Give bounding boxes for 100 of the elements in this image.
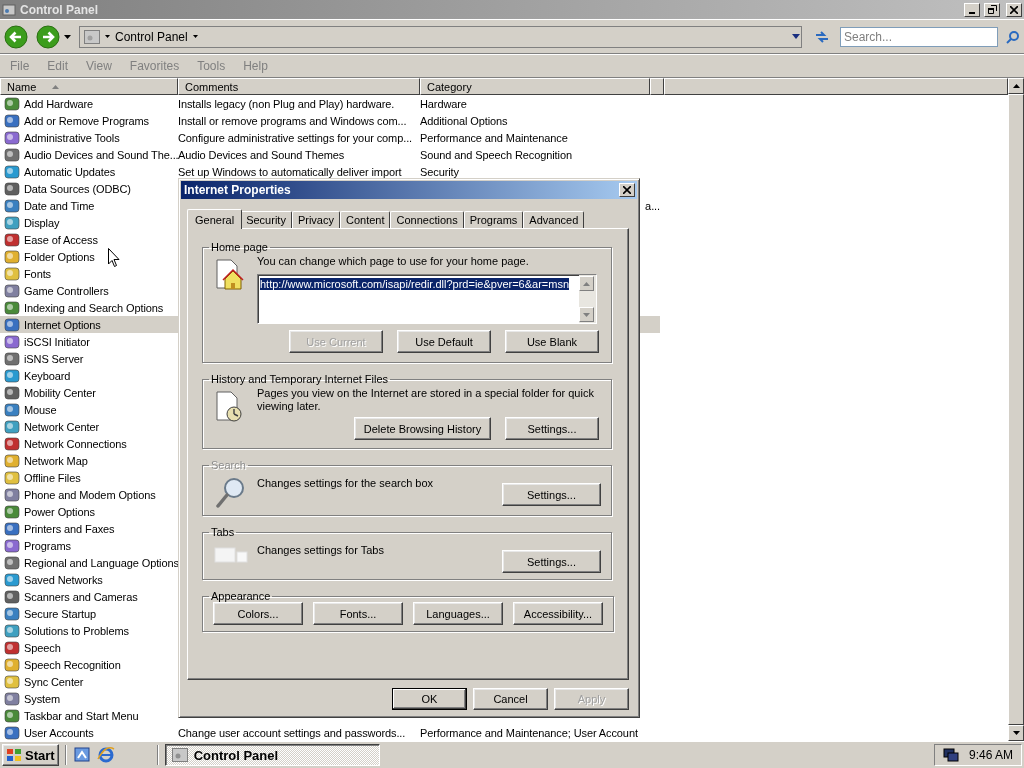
column-header[interactable] xyxy=(650,78,664,95)
list-item[interactable]: Date and Time xyxy=(24,197,178,214)
browser-icon[interactable] xyxy=(96,746,115,764)
list-item[interactable]: Sync Center xyxy=(24,673,178,690)
list-item[interactable]: Network Center xyxy=(24,418,178,435)
caret-icon[interactable] xyxy=(64,34,71,39)
applet-icon xyxy=(4,401,20,418)
arrow-down-icon xyxy=(583,312,590,317)
start-button[interactable]: Start xyxy=(2,744,59,766)
taskbar-button[interactable]: Control Panel xyxy=(164,744,380,766)
tab[interactable]: Security xyxy=(240,211,292,228)
close-button[interactable] xyxy=(1006,2,1022,17)
address-field[interactable]: Control Panel xyxy=(79,25,802,48)
list-item[interactable]: Solutions to Problems xyxy=(24,622,178,639)
button[interactable]: Accessibility... xyxy=(513,602,603,625)
button[interactable]: Use Default xyxy=(397,330,491,353)
scroll-down-button[interactable] xyxy=(1008,725,1024,741)
button[interactable]: Colors... xyxy=(213,602,303,625)
applet-icon xyxy=(4,214,20,231)
button[interactable]: Cancel xyxy=(473,688,548,710)
description-text: Changes settings for Tabs xyxy=(257,543,385,557)
tabs-icon xyxy=(214,544,248,564)
group-title: Home page xyxy=(210,241,269,253)
list-item[interactable]: Add Hardware xyxy=(24,95,178,112)
list-item[interactable]: Fonts xyxy=(24,265,178,282)
list-item[interactable]: Ease of Access xyxy=(24,231,178,248)
list-item[interactable]: Regional and Language Options xyxy=(24,554,178,571)
list-item[interactable]: Network Connections xyxy=(24,435,178,452)
applet-icon xyxy=(4,605,20,622)
column-header[interactable]: Comments xyxy=(178,78,420,95)
list-item[interactable]: Indexing and Search Options xyxy=(24,299,178,316)
applet-icon xyxy=(4,418,20,435)
list-item[interactable]: Data Sources (ODBC) xyxy=(24,180,178,197)
restore-button[interactable] xyxy=(984,2,1000,17)
refresh-icon[interactable] xyxy=(814,28,830,45)
scrollbar-thumb[interactable] xyxy=(1008,94,1024,725)
button[interactable]: Settings... xyxy=(502,550,601,573)
list-item[interactable]: Audio Devices and Sound The... xyxy=(24,146,178,163)
list-item[interactable]: Add or Remove Programs xyxy=(24,112,178,129)
button[interactable]: Fonts... xyxy=(313,602,403,625)
applet-icon xyxy=(4,282,20,299)
search-icon[interactable] xyxy=(1006,29,1020,44)
list-item[interactable]: System xyxy=(24,690,178,707)
list-item[interactable]: Saved Networks xyxy=(24,571,178,588)
list-item[interactable]: Network Map xyxy=(24,452,178,469)
list-item[interactable]: Taskbar and Start Menu xyxy=(24,707,178,724)
list-item[interactable]: Mobility Center xyxy=(24,384,178,401)
search-field[interactable]: Search... xyxy=(840,26,998,47)
applet-icon xyxy=(4,180,20,197)
list-item[interactable]: Game Controllers xyxy=(24,282,178,299)
list-item[interactable]: User Accounts xyxy=(24,724,178,741)
list-item[interactable]: Secure Startup xyxy=(24,605,178,622)
table-cell: Performance and Maintenance xyxy=(420,131,568,144)
tab[interactable]: Content xyxy=(339,211,391,228)
list-item[interactable]: Speech Recognition xyxy=(24,656,178,673)
list-item[interactable]: Printers and Faxes xyxy=(24,520,178,537)
close-button[interactable] xyxy=(619,183,635,197)
tab[interactable]: Advanced xyxy=(523,211,585,228)
list-item[interactable]: Mouse xyxy=(24,401,178,418)
forward-button[interactable] xyxy=(36,24,60,49)
tab[interactable]: General xyxy=(187,209,243,229)
table-cell: a... xyxy=(645,199,660,212)
network-icon[interactable] xyxy=(942,748,959,762)
button[interactable]: Delete Browsing History xyxy=(354,417,491,440)
list-item[interactable]: Phone and Modem Options xyxy=(24,486,178,503)
button[interactable]: Settings... xyxy=(505,417,599,440)
column-header[interactable] xyxy=(664,78,1008,95)
list-item[interactable]: iSNS Server xyxy=(24,350,178,367)
control-panel-icon xyxy=(2,2,16,17)
control-panel-icon xyxy=(84,29,100,44)
list-item[interactable]: Folder Options xyxy=(24,248,178,265)
scroll-up-button[interactable] xyxy=(1008,78,1024,94)
list-item[interactable]: Speech xyxy=(24,639,178,656)
list-item[interactable]: Power Options xyxy=(24,503,178,520)
list-item[interactable]: Programs xyxy=(24,537,178,554)
list-item[interactable]: Display xyxy=(24,214,178,231)
table-cell: Performance and Maintenance; User Account xyxy=(420,726,638,739)
desktop-icon[interactable] xyxy=(72,746,91,764)
applet-icon xyxy=(4,248,20,265)
list-item[interactable]: Automatic Updates xyxy=(24,163,178,180)
column-header[interactable]: Name xyxy=(0,78,178,95)
list-item[interactable]: Scanners and Cameras xyxy=(24,588,178,605)
tab[interactable]: Privacy xyxy=(291,211,340,228)
button[interactable]: Languages... xyxy=(413,602,503,625)
minimize-button[interactable] xyxy=(964,2,980,17)
list-item[interactable]: Administrative Tools xyxy=(24,129,178,146)
tab[interactable]: Programs xyxy=(463,211,524,228)
list-item[interactable]: Keyboard xyxy=(24,367,178,384)
description-text: You can change which page to use for your home page. xyxy=(257,255,530,268)
button[interactable]: OK xyxy=(392,688,467,710)
table-cell: Configure administrative settings for your comp... xyxy=(178,131,413,144)
applet-icon xyxy=(4,503,20,520)
button[interactable]: Use Blank xyxy=(505,330,599,353)
tab[interactable]: Connections xyxy=(390,211,464,228)
list-item[interactable]: Offline Files xyxy=(24,469,178,486)
dropdown-icon[interactable] xyxy=(792,34,800,39)
column-header[interactable]: Category xyxy=(420,78,650,95)
sort-arrow-icon xyxy=(52,84,60,89)
back-button[interactable] xyxy=(4,24,28,49)
list-item[interactable]: iSCSI Initiator xyxy=(24,333,178,350)
